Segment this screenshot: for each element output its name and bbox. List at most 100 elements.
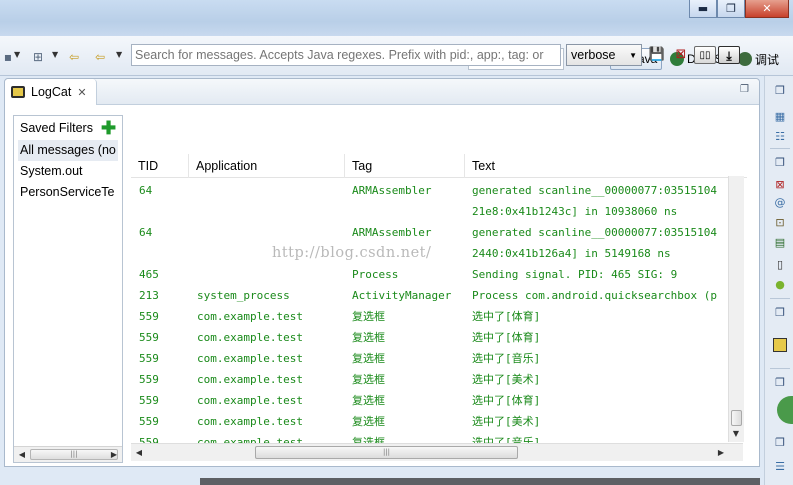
scroll-left-icon[interactable]: ◀ (133, 447, 145, 459)
console-icon[interactable]: ▤ (773, 236, 787, 250)
cell-tid: 559 (139, 310, 159, 323)
cell-tid: 465 (139, 268, 159, 281)
scroll-left-icon[interactable]: ◀ (16, 449, 28, 461)
watermark-text: http://blog.csdn.net/ (272, 245, 432, 261)
filters-horizontal-scrollbar[interactable]: ◀ ||| ▶ (14, 446, 122, 462)
log-rows: 64 ARMAssembler generated scanline__000000… (131, 180, 731, 453)
toggle-filters-icon[interactable]: ▯▯ (694, 46, 716, 64)
table-row[interactable]: 559 com.example.test 复选框 选中了[美术] (131, 411, 731, 432)
scroll-right-icon[interactable]: ▶ (715, 447, 727, 459)
log-vertical-scrollbar[interactable]: ▼ (728, 176, 744, 442)
column-header-application[interactable]: Application (189, 154, 345, 178)
log-level-select[interactable]: verbose ▼ (566, 44, 642, 66)
cell-tid: 64 (139, 184, 153, 197)
chevron-down-icon[interactable]: ▼ (14, 50, 20, 59)
table-row[interactable]: 559 com.example.test 复选框 选中了[体育] (131, 327, 731, 348)
scroll-down-icon[interactable]: ▼ (730, 428, 742, 440)
cell-text: generated scanline__00000077:03515104 (472, 226, 718, 239)
chevron-down-icon[interactable]: ▼ (52, 50, 58, 59)
table-row[interactable]: 559 com.example.test 复选框 选中了[音乐] (131, 348, 731, 369)
column-header-text[interactable]: Text (465, 154, 747, 178)
table-row[interactable]: 64 ARMAssembler generated scanline__000000… (131, 180, 731, 201)
restore-icon[interactable]: ❐ (773, 156, 787, 170)
scroll-right-icon[interactable]: ▶ (108, 449, 120, 461)
table-row[interactable]: 465 Process Sending signal. PID: 465 SIG: … (131, 264, 731, 285)
close-window-button[interactable]: ✕ (745, 0, 789, 18)
logcat-icon (11, 86, 25, 98)
log-horizontal-scrollbar[interactable]: ◀ ||| ▶ (131, 443, 743, 461)
trim-separator (770, 148, 790, 149)
saved-filters-header: Saved Filters ✚ (14, 116, 122, 140)
android-icon[interactable]: ● (773, 278, 787, 292)
debug-perspective-label: 调试 (755, 52, 780, 67)
cell-application: system_process (197, 289, 290, 302)
cell-text: 21e8:0x41b1243c] in 10938060 ns (472, 205, 678, 218)
window-controls: ▬ ❐ ✕ (689, 0, 789, 18)
cell-tid: 559 (139, 394, 159, 407)
table-row[interactable]: 64 ARMAssembler generated scanline__000000… (131, 222, 731, 243)
cell-tid: 213 (139, 289, 159, 302)
package-explorer-icon[interactable]: ▦ (773, 110, 787, 124)
table-row[interactable]: 559 com.example.test 复选框 选中了[美术] (131, 369, 731, 390)
cell-application: com.example.test (197, 394, 303, 407)
task-list-icon[interactable]: ☰ (773, 460, 787, 474)
restore-icon[interactable]: ❐ (773, 84, 787, 98)
debug-perspective-button[interactable]: 调试 (738, 48, 779, 70)
cell-tid: 559 (139, 415, 159, 428)
cell-text: Sending signal. PID: 465 SIG: 9 (472, 268, 678, 281)
view-tab-bar: LogCat ✕ ❐ (5, 79, 759, 105)
scrollbar-thumb[interactable] (731, 410, 742, 426)
scrollbar-thumb[interactable]: ||| (30, 449, 118, 460)
chevron-down-icon[interactable]: ▼ (116, 50, 122, 59)
last-edit-icon[interactable]: ⇦ (66, 50, 82, 64)
heap-indicator-icon[interactable] (777, 396, 793, 424)
view-minimize-icon[interactable]: ❐ (740, 84, 749, 95)
trim-separator (770, 298, 790, 299)
table-row[interactable]: 213 system_process ActivityManager Process … (131, 285, 731, 306)
saved-filters-panel: Saved Filters ✚ All messages (no System.… (13, 115, 123, 463)
outline-icon[interactable]: ☷ (773, 130, 787, 144)
log-level-value: verbose (571, 48, 616, 62)
problems-icon[interactable]: ⊠ (773, 178, 787, 192)
log-search-input[interactable] (131, 44, 561, 66)
cell-tid: 559 (139, 331, 159, 344)
restore-icon[interactable]: ❐ (773, 436, 787, 450)
cell-application: com.example.test (197, 310, 303, 323)
scroll-lock-icon[interactable]: ⤓ (718, 46, 740, 64)
cell-text: 选中了[体育] (472, 394, 541, 407)
cell-tid: 559 (139, 373, 159, 386)
declaration-icon[interactable]: ⊡ (773, 216, 787, 230)
annotation-nav-icon[interactable]: ⊞ (30, 50, 46, 64)
back-arrow-icon[interactable]: ⇦ (92, 50, 108, 64)
column-header-tag[interactable]: Tag (345, 154, 465, 178)
column-header-tid[interactable]: TID (131, 154, 189, 178)
cell-text: 选中了[美术] (472, 415, 541, 428)
maximize-button[interactable]: ❐ (717, 0, 745, 18)
scrollbar-thumb[interactable]: ||| (255, 446, 518, 459)
cell-application: com.example.test (197, 373, 303, 386)
save-log-icon[interactable]: 💾 (648, 46, 666, 64)
table-row[interactable]: 559 com.example.test 复选框 选中了[体育] (131, 306, 731, 327)
filter-item-personservicetest[interactable]: PersonServiceTe (14, 182, 122, 203)
clear-log-icon[interactable]: ⊠ (672, 46, 690, 64)
filter-item-system-out[interactable]: System.out (14, 161, 122, 182)
cell-tag: 复选框 (352, 415, 385, 428)
add-filter-icon[interactable]: ✚ (101, 119, 116, 137)
close-icon[interactable]: ✕ (77, 86, 86, 99)
table-row[interactable]: 559 com.example.test 复选框 选中了[体育] (131, 390, 731, 411)
device-icon[interactable]: ▯ (773, 258, 787, 272)
minimize-button[interactable]: ▬ (689, 0, 717, 18)
cell-text: 选中了[美术] (472, 373, 541, 386)
cell-application: com.example.test (197, 415, 303, 428)
cell-tid: 64 (139, 226, 153, 239)
javadoc-icon[interactable]: @ (773, 196, 787, 210)
table-row[interactable]: 21e8:0x41b1243c] in 10938060 ns (131, 201, 731, 222)
cell-text: Process com.android.quicksearchbox (p (472, 289, 718, 302)
restore-icon[interactable]: ❐ (773, 306, 787, 320)
tab-logcat[interactable]: LogCat ✕ (5, 79, 97, 105)
filter-item-all-messages[interactable]: All messages (no (18, 140, 118, 161)
cell-text: 选中了[音乐] (472, 352, 541, 365)
restore-icon[interactable]: ❐ (773, 376, 787, 390)
logcat-icon[interactable] (773, 338, 787, 352)
cell-tag: 复选框 (352, 373, 385, 386)
